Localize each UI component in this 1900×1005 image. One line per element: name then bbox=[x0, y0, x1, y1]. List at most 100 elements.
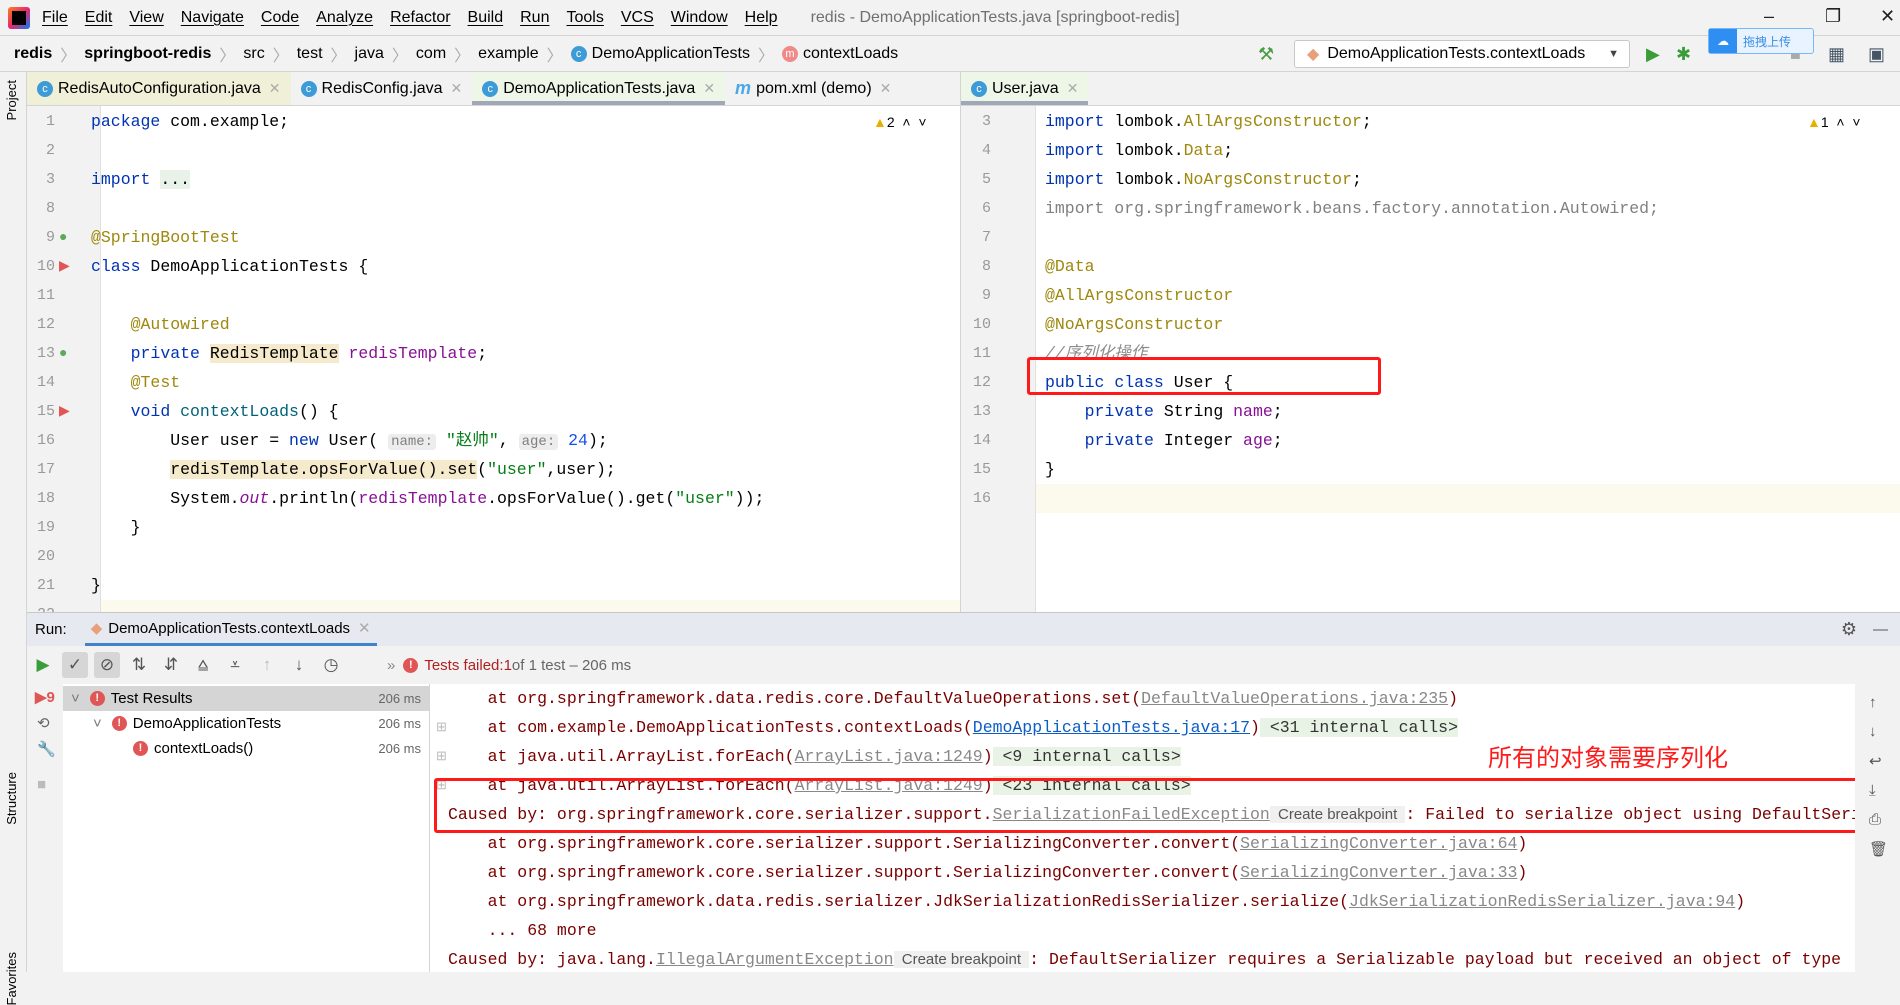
menu-build[interactable]: Build bbox=[468, 9, 504, 27]
close-icon[interactable]: ✕ bbox=[358, 619, 371, 637]
breadcrumb-item[interactable]: c DemoApplicationTests 〉 bbox=[570, 42, 782, 66]
test-tree-item[interactable]: ˅! DemoApplicationTests 206 ms bbox=[63, 711, 429, 736]
spring-bean-icon[interactable]: ● bbox=[59, 228, 67, 244]
code-token: out bbox=[239, 489, 270, 508]
line-number: 9 bbox=[45, 229, 55, 246]
menu-help[interactable]: Help bbox=[745, 9, 778, 27]
code-token[interactable]: Create breakpoint bbox=[893, 951, 1030, 968]
trash-icon[interactable]: 🗑 bbox=[1869, 840, 1900, 858]
favorites-tool-button[interactable]: Favorites bbox=[4, 952, 19, 1005]
history-clock-icon[interactable]: ◷ bbox=[318, 652, 344, 678]
code-token[interactable]: SerializingConverter.java:64 bbox=[1240, 834, 1517, 853]
minimize-button[interactable]: – bbox=[1764, 6, 1774, 27]
menu-window[interactable]: Window bbox=[671, 9, 728, 27]
expand-all-icon[interactable]: ⩠ bbox=[190, 652, 216, 678]
menu-tools[interactable]: Tools bbox=[566, 9, 603, 27]
tab-demoapplicationtests-java[interactable]: c DemoApplicationTests.java ✕ bbox=[472, 72, 726, 105]
tab-user-java[interactable]: c User.java ✕ bbox=[961, 72, 1089, 105]
expand-fold-icon[interactable]: ⊞ bbox=[436, 719, 447, 735]
tab-pom-xml-demo-[interactable]: m pom.xml (demo) ✕ bbox=[725, 72, 901, 105]
breadcrumb-item[interactable]: src 〉 bbox=[243, 42, 296, 66]
autowired-icon[interactable]: ● bbox=[59, 344, 67, 360]
chevron-down-icon[interactable]: ˅ bbox=[71, 690, 80, 707]
code-token[interactable]: IllegalArgumentException bbox=[656, 950, 894, 969]
breadcrumb-item[interactable]: m contextLoads bbox=[781, 45, 898, 63]
run-test-icon[interactable]: ▶ bbox=[59, 257, 70, 274]
tab-redisconfig-java[interactable]: c RedisConfig.java ✕ bbox=[291, 72, 473, 105]
code-token[interactable]: ArrayList.java:1249 bbox=[795, 747, 983, 766]
close-button[interactable]: ✕ bbox=[1880, 6, 1895, 27]
code-token: at org.springframework.core.serializer.s… bbox=[448, 834, 1241, 853]
menu-edit[interactable]: Edit bbox=[85, 9, 113, 27]
breadcrumb-item[interactable]: springboot-redis 〉 bbox=[84, 42, 243, 66]
menu-run[interactable]: Run bbox=[520, 9, 549, 27]
project-tool-button[interactable]: Project bbox=[4, 80, 19, 120]
build-hammer-icon[interactable]: ⚒ bbox=[1258, 44, 1274, 65]
close-icon[interactable]: ✕ bbox=[880, 80, 892, 97]
print-icon[interactable]: ⎙ bbox=[1869, 811, 1900, 828]
hide-icon[interactable]: — bbox=[1873, 621, 1888, 638]
test-tree-item[interactable]: ! contextLoads() 206 ms bbox=[63, 736, 429, 761]
chevron-down-icon[interactable]: ˅ bbox=[93, 715, 102, 732]
breadcrumb-item[interactable]: com 〉 bbox=[416, 42, 478, 66]
stop-icon[interactable]: ■ bbox=[37, 776, 63, 793]
warning-indicator[interactable]: ▲2 ˄ ˅ bbox=[873, 114, 927, 130]
show-passed-icon[interactable]: ✓ bbox=[62, 652, 88, 678]
code-token[interactable]: DefaultValueOperations.java:235 bbox=[1141, 689, 1448, 708]
breadcrumb-item[interactable]: example 〉 bbox=[478, 42, 571, 66]
rerun-icon[interactable]: ▶ bbox=[30, 652, 56, 678]
upload-widget[interactable]: ☁ 拖拽上传 bbox=[1708, 28, 1814, 54]
sort-duration-icon[interactable]: ⇵ bbox=[158, 652, 184, 678]
tab-redisautoconfiguration-java[interactable]: c RedisAutoConfiguration.java ✕ bbox=[27, 72, 291, 105]
test-duration: 206 ms bbox=[378, 716, 421, 731]
run-tab[interactable]: ◆ DemoApplicationTests.contextLoads ✕ bbox=[84, 613, 377, 646]
close-icon[interactable]: ✕ bbox=[450, 80, 462, 97]
close-icon[interactable]: ✕ bbox=[1067, 80, 1079, 97]
menu-analyze[interactable]: Analyze bbox=[316, 9, 373, 27]
project-structure-icon[interactable]: ▦ bbox=[1828, 44, 1845, 65]
expand-fold-icon[interactable]: ⊞ bbox=[436, 748, 447, 764]
close-icon[interactable]: ✕ bbox=[269, 80, 281, 97]
code-token: lombok. bbox=[1104, 141, 1184, 160]
left-code-editor[interactable]: 1238910111213141516171819202122●▶●▶ ▲2 ˄… bbox=[27, 106, 960, 612]
code-token[interactable]: JdkSerializationRedisSerializer.java:94 bbox=[1349, 892, 1735, 911]
soft-wrap-icon[interactable]: ↩ bbox=[1869, 752, 1900, 770]
up-arrow-icon[interactable]: ↑ bbox=[1869, 694, 1900, 711]
next-icon[interactable]: ↓ bbox=[286, 652, 312, 678]
more-icon[interactable]: » bbox=[387, 657, 395, 674]
rerun-failed-icon[interactable]: ▶9 bbox=[35, 688, 63, 706]
run-configuration-select[interactable]: ◆ DemoApplicationTests.contextLoads ▼ bbox=[1294, 40, 1630, 68]
code-token[interactable]: SerializingConverter.java:33 bbox=[1240, 863, 1517, 882]
breadcrumb-item[interactable]: redis 〉 bbox=[14, 42, 84, 66]
run-icon[interactable]: ▶ bbox=[1646, 44, 1660, 65]
breadcrumb-item[interactable]: java 〉 bbox=[355, 42, 416, 66]
menu-code[interactable]: Code bbox=[261, 9, 299, 27]
scroll-to-end-icon[interactable]: ⤓ bbox=[1869, 782, 1900, 799]
menu-vcs[interactable]: VCS bbox=[621, 9, 654, 27]
previous-icon[interactable]: ↑ bbox=[254, 652, 280, 678]
debug-icon[interactable]: ✱ bbox=[1676, 44, 1691, 65]
warning-indicator[interactable]: ▲1 ˄ ˅ bbox=[1807, 114, 1861, 130]
wrench-icon[interactable]: 🔧 bbox=[37, 740, 63, 758]
code-token: ; bbox=[1272, 402, 1283, 421]
restore-button[interactable]: ❐ bbox=[1825, 6, 1841, 27]
run-toolbar: ▶ ✓ ⊘ ⇅ ⇵ ⩠ ⩡ ↑ ↓ ◷ » ! Tests failed: 1 … bbox=[27, 646, 1855, 684]
run-window-icon[interactable]: ▣ bbox=[1868, 44, 1885, 65]
code-token[interactable]: DemoApplicationTests.java:17 bbox=[973, 718, 1250, 737]
settings-gear-icon[interactable]: ⚙ bbox=[1841, 619, 1857, 640]
run-test-icon[interactable]: ▶ bbox=[59, 402, 70, 419]
toggle-auto-test-icon[interactable]: ⟲ bbox=[37, 714, 63, 732]
close-icon[interactable]: ✕ bbox=[703, 80, 715, 97]
breadcrumb-item[interactable]: test 〉 bbox=[297, 42, 355, 66]
down-arrow-icon[interactable]: ↓ bbox=[1869, 723, 1900, 740]
structure-tool-button[interactable]: Structure bbox=[4, 772, 19, 825]
menu-navigate[interactable]: Navigate bbox=[181, 9, 244, 27]
show-ignored-icon[interactable]: ⊘ bbox=[94, 652, 120, 678]
sort-alpha-icon[interactable]: ⇅ bbox=[126, 652, 152, 678]
collapse-all-icon[interactable]: ⩡ bbox=[222, 652, 248, 678]
menu-refactor[interactable]: Refactor bbox=[390, 9, 450, 27]
menu-view[interactable]: View bbox=[129, 9, 163, 27]
test-tree-item[interactable]: ˅! Test Results 206 ms bbox=[63, 686, 429, 711]
code-token: private bbox=[1084, 402, 1154, 421]
menu-file[interactable]: File bbox=[42, 9, 68, 27]
